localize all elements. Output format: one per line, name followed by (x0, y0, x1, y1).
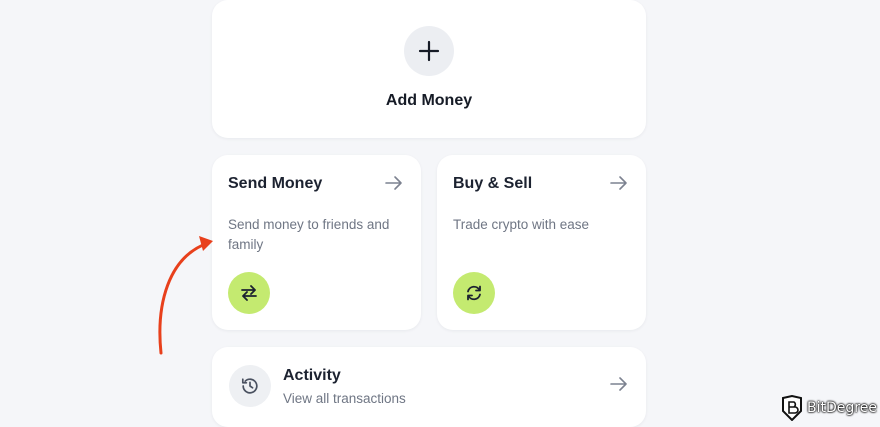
plus-icon (404, 26, 454, 76)
send-money-card[interactable]: Send Money Send money to friends and fam… (212, 155, 421, 330)
add-money-label: Add Money (385, 92, 473, 109)
bitdegree-logo-icon (782, 395, 802, 421)
refresh-icon (453, 272, 495, 314)
buy-sell-description: Trade crypto with ease (453, 217, 590, 232)
buy-sell-title: Buy & Sell (453, 175, 533, 192)
bitdegree-watermark: BitDegree (781, 395, 877, 421)
activity-title: Activity (283, 367, 341, 384)
swap-arrows-icon (228, 272, 270, 314)
buy-sell-card[interactable]: Buy & Sell Trade crypto with ease (437, 155, 646, 330)
send-money-title: Send Money (228, 175, 323, 192)
arrow-right-icon (385, 175, 403, 196)
arrow-right-icon (610, 175, 628, 196)
annotation-arrow (158, 236, 213, 355)
watermark-text: BitDegree (807, 400, 877, 416)
add-money-button[interactable]: Add Money (212, 0, 646, 138)
history-icon (229, 365, 271, 407)
send-money-description: Send money to friends and family (228, 217, 390, 252)
activity-row[interactable]: Activity View all transactions (212, 347, 646, 427)
arrow-right-icon (610, 376, 628, 397)
activity-subtitle: View all transactions (283, 391, 406, 406)
